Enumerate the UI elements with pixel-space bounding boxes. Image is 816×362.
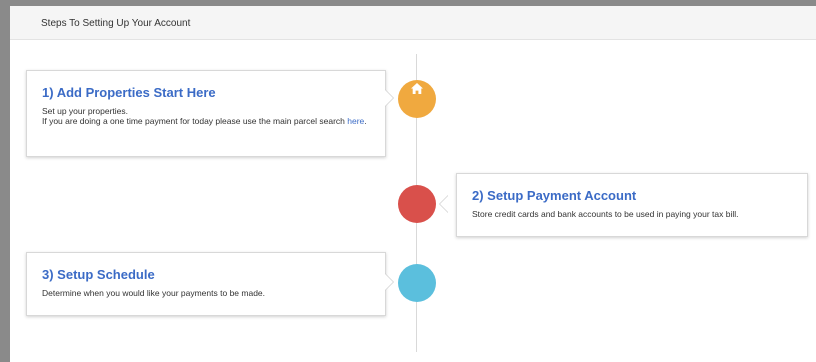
step-card-payment-account: 2) Setup Payment Account Store credit ca… — [456, 173, 808, 237]
step-title-add-properties[interactable]: 1) Add Properties Start Here — [42, 85, 371, 100]
step-card-schedule: 3) Setup Schedule Determine when you wou… — [26, 252, 386, 316]
panel-title: Steps To Setting Up Your Account — [41, 18, 191, 29]
home-icon — [411, 83, 423, 94]
step-text-schedule: Determine when you would like your payme… — [42, 288, 266, 298]
app-frame: Steps To Setting Up Your Account 1) Add … — [0, 0, 816, 362]
step-card-add-properties: 1) Add Properties Start Here Set up your… — [26, 70, 386, 157]
step-text-line1: Set up your properties. — [42, 106, 128, 116]
step-text-line2-prefix: If you are doing a one time payment for … — [42, 116, 348, 126]
parcel-search-link[interactable]: here — [347, 116, 364, 126]
step-text-payment: Store credit cards and bank accounts to … — [472, 209, 739, 219]
step-dot-1 — [398, 80, 436, 118]
step-title-schedule[interactable]: 3) Setup Schedule — [42, 267, 371, 282]
step-dot-3 — [398, 264, 436, 302]
panel-header: Steps To Setting Up Your Account — [10, 6, 816, 40]
step-title-payment-account[interactable]: 2) Setup Payment Account — [472, 188, 793, 203]
step-dot-2 — [398, 185, 436, 223]
step-text-line2: If you are doing a one time payment for … — [42, 116, 371, 126]
step-text-line2-suffix: . — [364, 116, 367, 126]
